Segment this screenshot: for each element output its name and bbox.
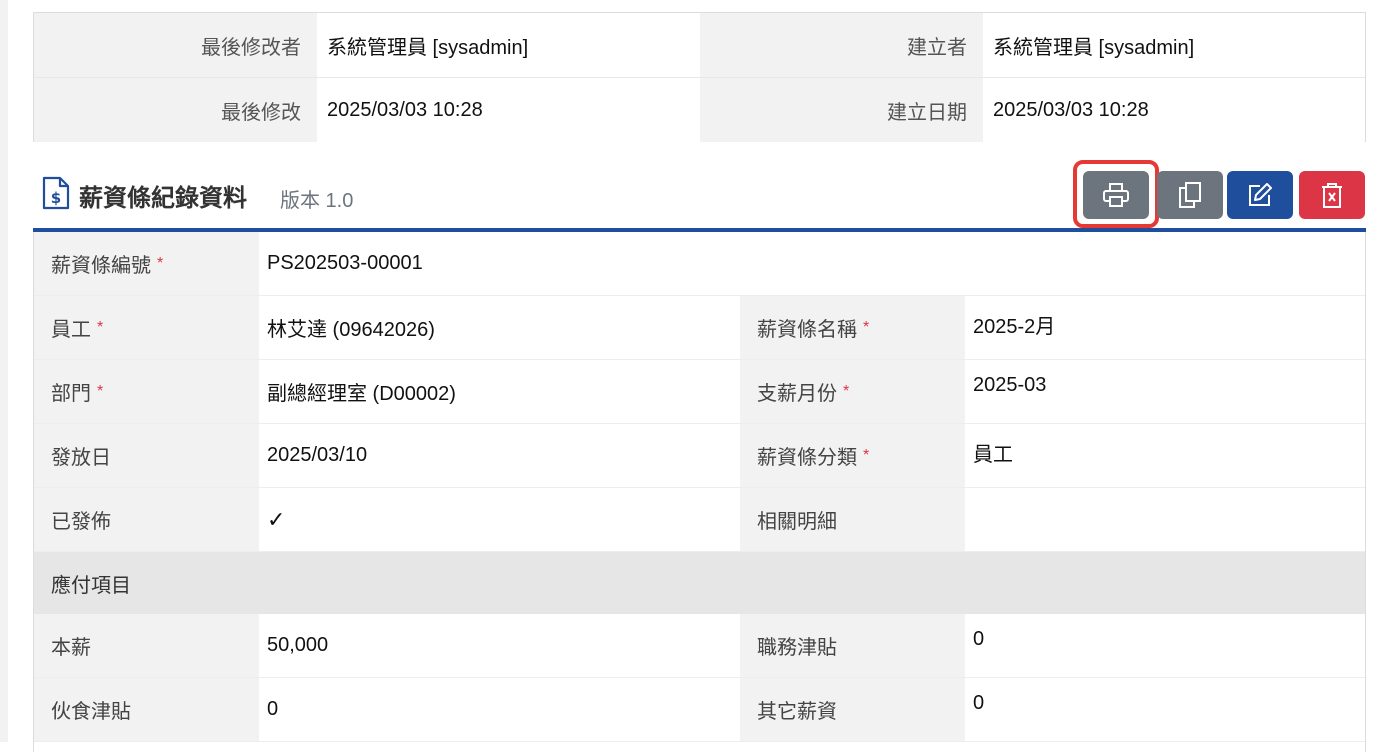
required-mark: *	[157, 254, 164, 272]
slip-no-label-text: 薪資條編號	[51, 255, 151, 277]
edit-icon	[1249, 183, 1272, 206]
copy-icon	[1179, 182, 1201, 208]
svg-text:$: $	[51, 189, 61, 207]
pay-date-label: 發放日	[34, 424, 259, 487]
slip-name-label: 薪資條名稱 *	[740, 296, 965, 359]
department-label: 部門 *	[34, 360, 259, 423]
base-salary-value: 50,000	[259, 614, 740, 677]
category-label: 薪資條分類 *	[740, 424, 965, 487]
duty-allowance-value: 0	[965, 614, 1365, 677]
department-value: 副總經理室 (D00002)	[259, 360, 740, 423]
related-label: 相關明細	[740, 488, 965, 551]
audit-row-modified-by: 最後修改者 系統管理員 [sysadmin] 建立者 系統管理員 [sysadm…	[34, 13, 1365, 77]
required-mark: *	[97, 382, 104, 400]
audit-row-dates: 最後修改 2025/03/03 10:28 建立日期 2025/03/03 10…	[34, 77, 1365, 142]
published-label-text: 已發佈	[51, 511, 111, 533]
created-date-value: 2025/03/03 10:28	[983, 78, 1365, 142]
published-label: 已發佈	[34, 488, 259, 551]
print-button[interactable]	[1083, 171, 1149, 219]
meal-allowance-label: 伙食津貼	[34, 678, 259, 741]
row-published: 已發佈 ✓ 相關明細	[34, 488, 1365, 552]
section-header: $ 薪資條紀錄資料 版本 1.0	[33, 160, 1366, 232]
trash-icon	[1322, 183, 1342, 208]
created-date-label: 建立日期	[700, 78, 983, 142]
row-department: 部門 * 副總經理室 (D00002) 支薪月份 * 2025-03	[34, 360, 1365, 424]
payslip-detail-table: 薪資條編號 * PS202503-00001 員工 * 林艾達 (0964202…	[33, 232, 1366, 752]
pay-month-label-text: 支薪月份	[757, 383, 837, 405]
slip-name-value: 2025-2月	[965, 296, 1365, 359]
section-title: 薪資條紀錄資料	[79, 185, 247, 212]
created-by-label: 建立者	[700, 13, 983, 77]
required-mark: *	[843, 382, 850, 400]
copy-button[interactable]	[1157, 171, 1223, 219]
audit-info-table: 最後修改者 系統管理員 [sysadmin] 建立者 系統管理員 [sysadm…	[33, 12, 1366, 142]
row-meal-allowance: 伙食津貼 0 其它薪資 0	[34, 678, 1365, 742]
category-label-text: 薪資條分類	[757, 447, 857, 469]
other-salary-value: 0	[965, 678, 1365, 741]
delete-button[interactable]	[1299, 171, 1365, 219]
row-slip-no: 薪資條編號 * PS202503-00001	[34, 232, 1365, 296]
section-version: 版本 1.0	[280, 190, 354, 212]
modified-by-label: 最後修改者	[34, 13, 317, 77]
modified-date-label: 最後修改	[34, 78, 317, 142]
slip-no-value: PS202503-00001	[259, 232, 1365, 295]
employee-label: 員工 *	[34, 296, 259, 359]
other-salary-label: 其它薪資	[740, 678, 965, 741]
printer-icon	[1103, 183, 1129, 207]
meal-allowance-value: 0	[259, 678, 740, 741]
created-by-value: 系統管理員 [sysadmin]	[983, 13, 1365, 77]
published-value: ✓	[259, 488, 740, 551]
category-value: 員工	[965, 424, 1365, 487]
row-pay-date: 發放日 2025/03/10 薪資條分類 * 員工	[34, 424, 1365, 488]
related-value	[965, 488, 1365, 551]
base-salary-label: 本薪	[34, 614, 259, 677]
required-mark: *	[97, 318, 104, 336]
employee-value: 林艾達 (09642026)	[259, 296, 740, 359]
row-employee: 員工 * 林艾達 (09642026) 薪資條名稱 * 2025-2月	[34, 296, 1365, 360]
row-base-salary: 本薪 50,000 職務津貼 0	[34, 614, 1365, 678]
payslip-document-icon: $	[42, 176, 70, 210]
pay-date-value: 2025/03/10	[259, 424, 740, 487]
modified-by-value: 系統管理員 [sysadmin]	[317, 13, 700, 77]
slip-name-label-text: 薪資條名稱	[757, 319, 857, 341]
edit-button[interactable]	[1227, 171, 1293, 219]
employee-label-text: 員工	[51, 319, 91, 341]
checkmark-icon: ✓	[267, 506, 286, 532]
required-mark: *	[863, 446, 870, 464]
required-mark: *	[863, 318, 870, 336]
related-label-text: 相關明細	[757, 511, 837, 533]
slip-no-label: 薪資條編號 *	[34, 232, 259, 295]
pay-month-label: 支薪月份 *	[740, 360, 965, 423]
payables-group-header: 應付項目	[34, 552, 1365, 614]
pay-month-value: 2025-03	[965, 360, 1365, 423]
page-left-rail	[0, 0, 8, 742]
department-label-text: 部門	[51, 383, 91, 405]
pay-date-label-text: 發放日	[51, 447, 111, 469]
duty-allowance-label: 職務津貼	[740, 614, 965, 677]
modified-date-value: 2025/03/03 10:28	[317, 78, 700, 142]
